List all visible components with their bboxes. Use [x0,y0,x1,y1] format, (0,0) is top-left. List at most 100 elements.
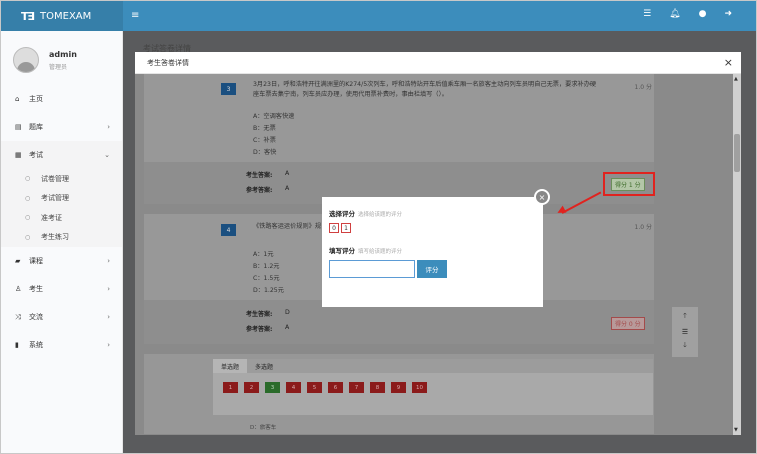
score-option-0[interactable]: 0 [329,223,339,233]
option-b: B：1.2元 [253,263,280,270]
top-navbar: T∃ TOMEXAM ≡ ☰ 🔔︎ ● ➜ [1,1,756,31]
phone-icon: ▮ [15,341,19,349]
sidebar-item-home[interactable]: ⌂ 主页 [1,85,122,113]
reference-answer: A [285,324,290,331]
question-type-tabs: 单选题 多选题 [213,359,653,373]
question-nav-button[interactable]: 4 [286,382,301,393]
subnav-item-admission-ticket[interactable]: ○ 准考证 [1,208,122,228]
sidebar-item-system[interactable]: ▮ 系统 › [1,331,122,359]
select-score-label: 选择评分 [329,210,355,218]
submit-score-button[interactable]: 评分 [417,260,447,278]
question-nav-button[interactable]: 6 [328,382,343,393]
scroll-up-icon[interactable]: ▲ [734,76,738,82]
scrollbar-thumb[interactable] [734,134,740,172]
sidebar-item-question-bank[interactable]: ▤ 题库 › [1,113,122,141]
logo-text: TOMEXAM [40,10,92,22]
bell-icon[interactable]: 🔔︎ [669,9,680,19]
close-icon[interactable]: × [724,56,733,69]
partial-option-text: D：旅客车 [250,425,277,431]
option-a: A：1元 [253,251,274,258]
database-icon: ▤ [15,123,22,131]
arrow-down-icon[interactable]: 🡓 [683,341,687,352]
circle-icon: ○ [25,233,31,241]
input-score-label: 填写评分 [329,247,355,255]
logo[interactable]: T∃ TOMEXAM [1,1,123,31]
question-nav-button[interactable]: 5 [307,382,322,393]
annotation-highlight-box [603,172,655,196]
student-answer-label: 考生答案: [246,172,273,179]
user-panel: admin 管理员 [1,31,122,79]
sidebar-nav: ⌂ 主页 ▤ 题库 › ▦ 考试 ⌄ ○ 试卷管理 ○ 考试管理 ○ 准考证 ○… [1,85,122,359]
question-nav-panel: 单选题 多选题 1 2 3 4 5 6 7 8 9 10 [213,359,653,415]
sidebar-item-label: 考生 [29,285,43,293]
student-answer: A [285,170,290,177]
question-card: 3 3月23日，呼和浩特开往满洲里的K274/5次列车，呼和浩特站开车后值乘车厢… [144,74,654,204]
sidebar-item-label: 考试 [29,151,43,159]
subnav-item-label: 考试管理 [41,194,69,203]
input-score-hint: 填写给该题的评分 [358,249,403,255]
user-role: 管理员 [49,63,68,71]
grade-button[interactable]: 得分 0 分 [611,317,645,330]
tab-single-choice[interactable]: 单选题 [213,359,248,373]
chevron-right-icon: › [107,313,110,321]
question-nav-button[interactable]: 7 [349,382,364,393]
question-nav-button[interactable]: 1 [223,382,238,393]
grading-popup: 选择评分 选择给该题的评分 0 1 填写评分 填写给该题的评分 评分 [322,197,543,307]
sidebar-item-label: 课程 [29,257,43,265]
avatar [13,47,39,73]
arrow-up-icon[interactable]: 🡑 [683,312,687,323]
top-icons: ☰ 🔔︎ ● ➜ [643,9,732,19]
sidebar-item-examinee[interactable]: ♙ 考生 › [1,275,122,303]
select-score-hint: 选择给该题的评分 [358,212,403,218]
option-c: C：补票 [253,137,276,144]
score-option-1[interactable]: 1 [341,223,351,233]
list-icon[interactable]: ☰ [682,328,688,336]
menu-toggle-icon[interactable]: ≡ [131,10,139,21]
popup-close-icon[interactable]: × [534,189,550,205]
exam-subnav: ○ 试卷管理 ○ 考试管理 ○ 准考证 ○ 考生练习 [1,169,122,247]
list-icon[interactable]: ☰ [643,9,651,19]
modal-scrollbar[interactable]: ▲ ▼ [733,74,741,435]
question-nav-button[interactable]: 3 [265,382,280,393]
sidebar-item-label: 主页 [29,95,43,103]
option-d: D：客快 [253,149,277,156]
user-icon: ♙ [15,285,22,293]
logout-icon[interactable]: ➜ [724,9,732,19]
shuffle-icon: ⤨ [15,312,21,321]
option-b: B：无票 [253,125,276,132]
scroll-down-icon[interactable]: ▼ [734,427,738,433]
option-a: A：空调客快速 [253,113,295,120]
user-icon[interactable]: ● [699,9,707,19]
option-c: C：1.5元 [253,275,280,282]
chevron-right-icon: › [107,341,110,349]
score-input[interactable] [329,260,415,278]
sidebar-item-communication[interactable]: ⤨ 交流 › [1,303,122,331]
question-nav-button[interactable]: 2 [244,382,259,393]
chevron-right-icon: › [107,257,110,265]
reference-answer-label: 参考答案: [246,326,273,333]
modal-header: 考生答卷详情 × [135,52,741,74]
reference-answer-label: 参考答案: [246,187,273,194]
circle-icon: ○ [25,214,31,222]
sidebar-item-course[interactable]: ▰ 课程 › [1,247,122,275]
question-number: 3 [221,83,236,95]
question-score: 1.0 分 [634,84,652,91]
subnav-item-paper-manage[interactable]: ○ 试卷管理 [1,169,122,189]
sidebar-item-exam[interactable]: ▦ 考试 ⌄ [1,141,122,169]
sidebar-item-label: 交流 [29,313,43,321]
tab-multiple-choice[interactable]: 多选题 [247,359,281,373]
question-nav-button[interactable]: 8 [370,382,385,393]
option-d: D：1.25元 [253,287,284,294]
student-answer: D [285,309,290,316]
circle-icon: ○ [25,194,31,202]
subnav-item-label: 准考证 [41,213,62,222]
subnav-item-practice[interactable]: ○ 考生练习 [1,228,122,248]
subnav-item-exam-manage[interactable]: ○ 考试管理 [1,189,122,209]
question-nav-button[interactable]: 9 [391,382,406,393]
circle-icon: ○ [25,175,31,183]
select-score-title: 选择评分 选择给该题的评分 [329,208,402,218]
question-nav-button[interactable]: 10 [412,382,427,393]
sidebar-item-label: 题库 [29,123,43,131]
side-tools: 🡑 ☰ 🡓 [672,307,698,357]
home-icon: ⌂ [15,95,20,103]
